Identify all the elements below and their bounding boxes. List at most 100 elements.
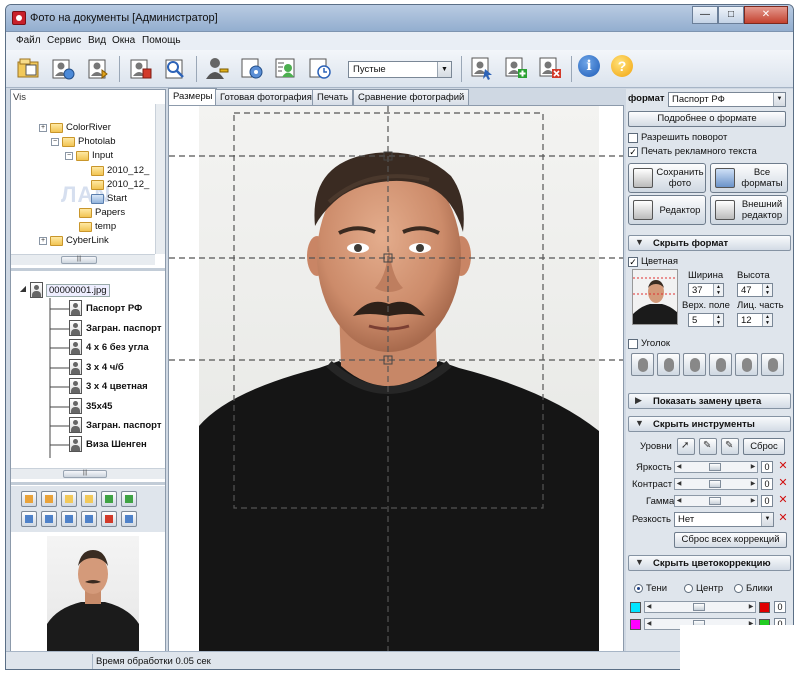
add-folder-button[interactable] (41, 491, 57, 507)
users-list-button[interactable] (272, 54, 300, 82)
crop-button[interactable] (41, 511, 57, 527)
sharpness-select[interactable]: Нет ▼ (674, 512, 774, 527)
checkbox-checked[interactable]: ✓ (628, 256, 638, 267)
allow-rotation-checkbox[interactable]: Разрешить поворот (628, 132, 727, 143)
select-format-button[interactable] (468, 54, 496, 82)
copy-button[interactable] (61, 511, 77, 527)
scroll-thumb[interactable]: ||| (63, 470, 107, 478)
contrast-value[interactable]: 0 (761, 478, 773, 490)
arrow-left-icon[interactable]: ◀ (645, 619, 653, 629)
slider-thumb[interactable] (709, 463, 721, 471)
tree-item-cyberlink[interactable]: + CyberLink (39, 235, 109, 246)
menu-help[interactable]: Помощь (142, 35, 181, 46)
refresh-button[interactable] (101, 491, 117, 507)
head-pose-button[interactable] (657, 353, 680, 376)
preset-item[interactable]: 4 х 6 без угла (69, 339, 149, 355)
tab-sizes[interactable]: Размеры (168, 88, 218, 105)
brightness-reset-icon[interactable]: ✕ (777, 461, 789, 473)
tab-print[interactable]: Печать (312, 89, 354, 105)
edit-button[interactable] (21, 511, 37, 527)
brightness-value[interactable]: 0 (761, 461, 773, 473)
add-image-button[interactable] (21, 491, 37, 507)
preset-item[interactable]: Загран. паспорт (69, 417, 161, 433)
head-pose-button[interactable] (683, 353, 706, 376)
arrow-right-icon[interactable]: ▶ (749, 479, 757, 489)
expand-icon[interactable]: + (39, 123, 47, 132)
checkbox-checked[interactable]: ✓ (628, 146, 638, 157)
show-color-replace-header[interactable]: ▶ Показать замену цвета (628, 393, 791, 409)
brightness-slider[interactable]: ◀ ▶ (674, 461, 758, 473)
preset-item[interactable]: Виза Шенген (69, 436, 147, 452)
cyan-red-value[interactable]: 0 (774, 601, 786, 613)
radio-unselected[interactable] (684, 584, 693, 593)
menu-view[interactable]: Вид (88, 35, 106, 46)
print-ad-checkbox[interactable]: ✓ Печать рекламного текста (628, 146, 757, 157)
collapse-triangle-icon[interactable]: ◢ (19, 285, 27, 294)
info-icon[interactable]: i (578, 55, 600, 77)
preset-item[interactable]: 3 х 4 ч/б (69, 359, 124, 375)
rotate-button[interactable] (121, 491, 137, 507)
all-formats-button[interactable]: Все форматы (710, 163, 788, 193)
preset-tree-hscrollbar[interactable]: ||| (11, 468, 165, 479)
tree-item-input[interactable]: − Input (65, 150, 113, 161)
text-button[interactable] (101, 511, 117, 527)
maximize-button[interactable]: □ (718, 6, 744, 24)
radio-unselected[interactable] (734, 584, 743, 593)
menu-service[interactable]: Сервис (47, 35, 81, 46)
tree-item-2010-12-b[interactable]: 2010_12_ (91, 179, 149, 190)
pane-splitter[interactable] (11, 482, 165, 485)
arrow-right-icon[interactable]: ▶ (747, 602, 755, 612)
tree-item-2010-12-a[interactable]: 2010_12_ (91, 165, 149, 176)
zoom-button[interactable] (121, 511, 137, 527)
gamma-value[interactable]: 0 (761, 495, 773, 507)
paste-button[interactable] (81, 511, 97, 527)
sharpness-reset-icon[interactable]: ✕ (777, 513, 789, 525)
tab-finished-photo[interactable]: Готовая фотография (215, 89, 317, 105)
hide-tools-header[interactable]: ▼ Скрыть инструменты (628, 416, 791, 432)
arrow-left-icon[interactable]: ◀ (675, 479, 683, 489)
open-image-button[interactable] (61, 491, 77, 507)
menu-file[interactable]: Файл (16, 35, 41, 46)
tab-compare[interactable]: Сравнение фотографий (353, 89, 470, 105)
save-image-button[interactable] (81, 491, 97, 507)
gamma-slider[interactable]: ◀ ▶ (674, 495, 758, 507)
slider-thumb[interactable] (709, 497, 721, 505)
zoom-photo-button[interactable] (161, 54, 189, 82)
width-spinner[interactable]: 37 ▲ ▼ (688, 283, 724, 297)
preset-select[interactable]: Пустые ▼ (348, 61, 452, 78)
arrow-right-icon[interactable]: ▶ (749, 496, 757, 506)
preset-item[interactable]: 3 х 4 цветная (69, 378, 148, 394)
format-select[interactable]: Паспорт РФ ▼ (668, 92, 786, 107)
tree-item-start[interactable]: Start (91, 193, 127, 204)
open-folder-button[interactable] (14, 54, 42, 82)
contrast-slider[interactable]: ◀ ▶ (674, 478, 758, 490)
add-format-button[interactable] (502, 54, 530, 82)
arrow-left-icon[interactable]: ◀ (645, 602, 653, 612)
collapse-icon[interactable]: − (51, 137, 59, 146)
external-editor-button[interactable]: Внешний редактор (710, 195, 788, 225)
corner-checkbox[interactable]: Уголок (628, 338, 670, 349)
expand-icon[interactable]: + (39, 236, 47, 245)
top-margin-spinner[interactable]: 5 ▲ ▼ (688, 313, 724, 327)
arrow-left-icon[interactable]: ◀ (675, 462, 683, 472)
spinner-arrows-icon[interactable]: ▲ ▼ (762, 314, 772, 326)
tree-item-papers[interactable]: Papers (79, 207, 125, 218)
preset-item[interactable]: Паспорт РФ (69, 300, 142, 316)
tree-item-colorriver[interactable]: + ColorRiver (39, 122, 111, 133)
help-icon[interactable]: ? (611, 55, 633, 77)
menu-windows[interactable]: Окна (112, 35, 135, 46)
schedule-button[interactable] (306, 54, 334, 82)
preset-item[interactable]: 35x45 (69, 398, 112, 414)
preset-item[interactable]: Загран. паспорт (69, 320, 161, 336)
highlights-radio[interactable]: Блики (734, 583, 772, 594)
scroll-thumb[interactable]: ||| (61, 256, 97, 264)
head-pose-button[interactable] (631, 353, 654, 376)
levels-reset-button[interactable]: Сброс (743, 438, 785, 455)
slider-thumb[interactable] (709, 480, 721, 488)
head-pose-button[interactable] (761, 353, 784, 376)
slider-thumb[interactable] (693, 603, 705, 611)
hide-format-header[interactable]: ▼ Скрыть формат (628, 235, 791, 251)
center-radio[interactable]: Центр (684, 583, 723, 594)
checkbox-box[interactable] (628, 132, 638, 143)
cyan-red-slider[interactable]: ◀ ▶ (644, 601, 756, 613)
